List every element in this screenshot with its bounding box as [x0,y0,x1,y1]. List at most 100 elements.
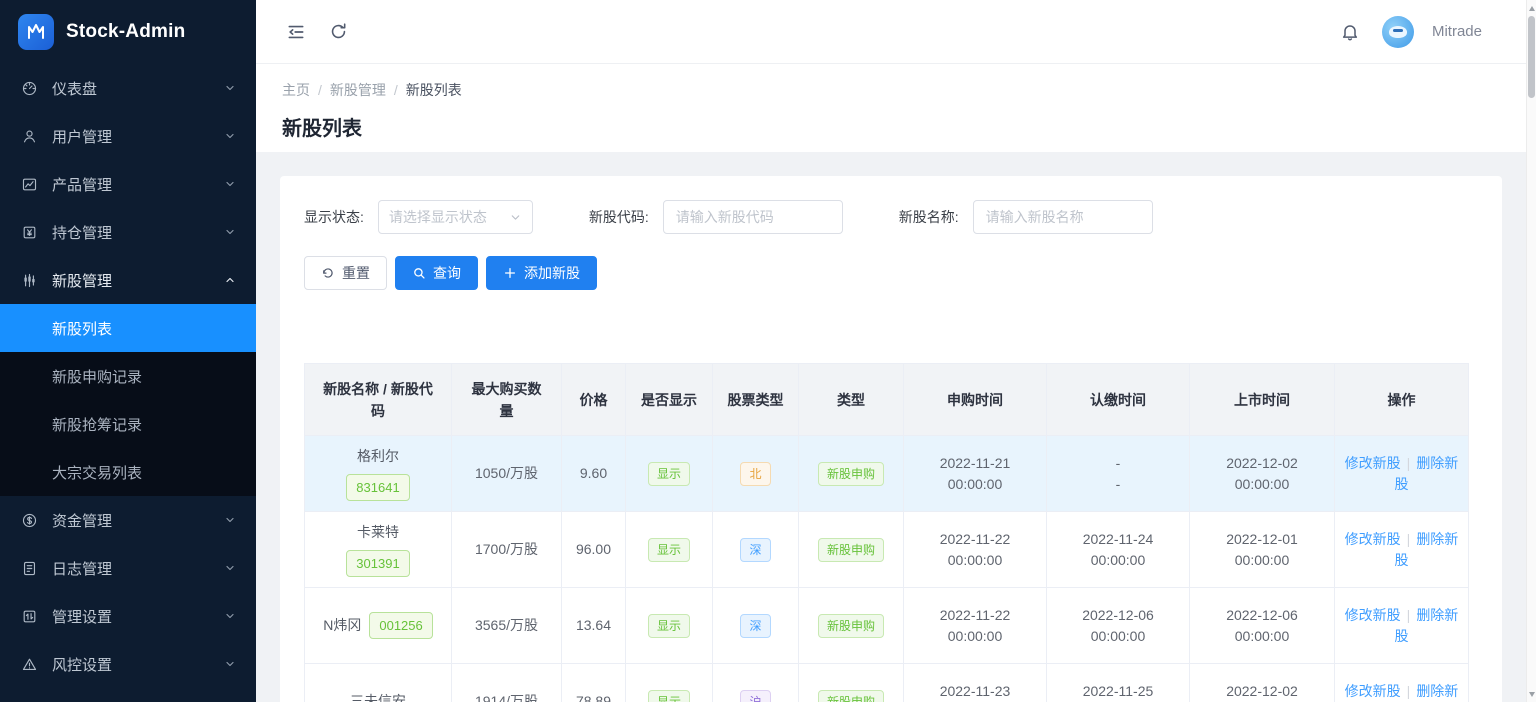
topbar: Mitrade [256,0,1536,64]
sidebar-item-新股管理[interactable]: 新股管理 [0,256,256,304]
scroll-down-arrow-icon[interactable] [1527,688,1536,700]
column-header-操作: 操作 [1335,364,1469,436]
search-icon [412,266,426,280]
breadcrumb-item-新股管理[interactable]: 新股管理 [330,80,386,100]
app-logo[interactable]: Stock-Admin [0,0,256,64]
page-head: 主页/新股管理/新股列表 新股列表 [256,64,1536,152]
status-select-placeholder: 请选择显示状态 [389,207,509,227]
sidebar-item-label: 资金管理 [52,510,224,531]
add-stock-button[interactable]: 添加新股 [486,256,597,290]
reset-icon [321,266,335,280]
username[interactable]: Mitrade [1432,23,1482,40]
time-cell: 2022-12-0200:00:00 [1190,664,1335,702]
sidebar-subitem-大宗交易列表[interactable]: 大宗交易列表 [0,448,256,496]
sidebar-item-管理设置[interactable]: 管理设置 [0,592,256,640]
sidebar-item-持仓管理[interactable]: 持仓管理 [0,208,256,256]
market-badge: 北 [740,462,770,486]
sidebar-subitem-新股抢筹记录[interactable]: 新股抢筹记录 [0,400,256,448]
delete-stock-link[interactable]: 删除新股 [1395,455,1459,492]
edit-stock-link[interactable]: 修改新股 [1345,607,1401,623]
refresh-icon[interactable] [324,18,352,46]
log-icon [20,559,38,577]
chevron-down-icon [224,130,236,142]
market-badge: 深 [740,614,770,638]
code-input[interactable] [663,200,843,234]
position-icon [20,223,38,241]
type-badge: 新股申购 [818,538,884,562]
time-cell: 2022-11-2200:00:00 [904,588,1047,664]
list-card: 显示状态: 请选择显示状态 新股代码: 新股名称: 重置 [280,176,1502,702]
edit-stock-link[interactable]: 修改新股 [1345,531,1401,547]
time-cell: 2022-12-0100:00:00 [1190,512,1335,588]
sidebar-item-资金管理[interactable]: 资金管理 [0,496,256,544]
sidebar-item-日志管理[interactable]: 日志管理 [0,544,256,592]
status-select[interactable]: 请选择显示状态 [378,200,533,234]
max-qty-cell: 1050/万股 [452,436,562,512]
stock-table: 新股名称 / 新股代码最大购买数量价格是否显示股票类型类型申购时间认缴时间上市时… [304,363,1469,702]
time-cell: 2022-11-2500:00:00 [1047,664,1190,702]
risk-warning-icon [20,655,38,673]
sidebar-subitem-新股申购记录[interactable]: 新股申购记录 [0,352,256,400]
scrollbar-thumb[interactable] [1528,16,1535,98]
edit-stock-link[interactable]: 修改新股 [1345,683,1401,699]
sidebar-subitem-新股列表[interactable]: 新股列表 [0,304,256,352]
reset-button[interactable]: 重置 [304,256,387,290]
collapse-sidebar-icon[interactable] [282,18,310,46]
actions-cell: 修改新股|删除新股 [1335,436,1469,512]
sidebar-item-产品管理[interactable]: 产品管理 [0,160,256,208]
name-code-cell: 三未信安 [305,664,452,702]
chevron-down-icon [224,514,236,526]
dashboard-icon [20,79,38,97]
price-cell: 9.60 [562,436,626,512]
visible-badge: 显示 [648,538,690,562]
table-row: 格利尔8316411050/万股9.60显示北新股申购2022-11-2100:… [305,436,1469,512]
column-header-价格: 价格 [562,364,626,436]
price-cell: 13.64 [562,588,626,664]
chevron-down-icon [224,658,236,670]
chevron-down-icon [224,610,236,622]
edit-stock-link[interactable]: 修改新股 [1345,455,1401,471]
time-cell: 2022-11-2300:00:00 [904,664,1047,702]
funds-icon [20,511,38,529]
sidebar-item-风控设置[interactable]: 风控设置 [0,640,256,688]
sidebar-item-用户管理[interactable]: 用户管理 [0,112,256,160]
notification-bell-icon[interactable] [1336,18,1364,46]
action-divider: | [1407,531,1411,547]
vertical-scrollbar[interactable] [1526,0,1536,702]
chevron-down-icon [224,226,236,238]
scroll-up-arrow-icon[interactable] [1527,2,1536,14]
stock-name: 格利尔 [357,446,399,467]
chevron-up-icon [224,274,236,286]
search-button[interactable]: 查询 [395,256,478,290]
column-header-申购时间: 申购时间 [904,364,1047,436]
sidebar-item-label: 产品管理 [52,174,224,195]
name-code-cell: N炜冈001256 [305,588,452,664]
name-code-cell: 格利尔831641 [305,436,452,512]
type-badge: 新股申购 [818,462,884,486]
stock-code-badge: 001256 [369,612,432,639]
sidebar-menu: 仪表盘用户管理产品管理持仓管理新股管理新股列表新股申购记录新股抢筹记录大宗交易列… [0,64,256,688]
delete-stock-link[interactable]: 删除新股 [1395,607,1459,644]
breadcrumb-item-主页[interactable]: 主页 [282,80,310,100]
delete-stock-link[interactable]: 删除新股 [1395,531,1459,568]
code-label: 新股代码: [589,207,649,227]
sidebar-item-仪表盘[interactable]: 仪表盘 [0,64,256,112]
visible-cell: 显示 [626,512,713,588]
table-head: 新股名称 / 新股代码最大购买数量价格是否显示股票类型类型申购时间认缴时间上市时… [305,364,1469,436]
visible-cell: 显示 [626,664,713,702]
delete-stock-link[interactable]: 删除新股 [1395,683,1459,702]
search-button-label: 查询 [433,263,461,283]
plus-icon [503,266,517,280]
type-badge: 新股申购 [818,614,884,638]
candlestick-icon [20,271,38,289]
chevron-down-icon [224,562,236,574]
sidebar-item-label: 仪表盘 [52,78,224,99]
stock-code-badge: 301391 [346,550,409,577]
stock-name: 三未信安 [350,691,406,702]
avatar[interactable] [1382,16,1414,48]
time-cell: 2022-11-2200:00:00 [904,512,1047,588]
name-label: 新股名称: [899,207,959,227]
name-input[interactable] [973,200,1153,234]
button-row: 重置 查询 添加新股 [304,256,1478,290]
breadcrumb-item-新股列表: 新股列表 [406,80,462,100]
